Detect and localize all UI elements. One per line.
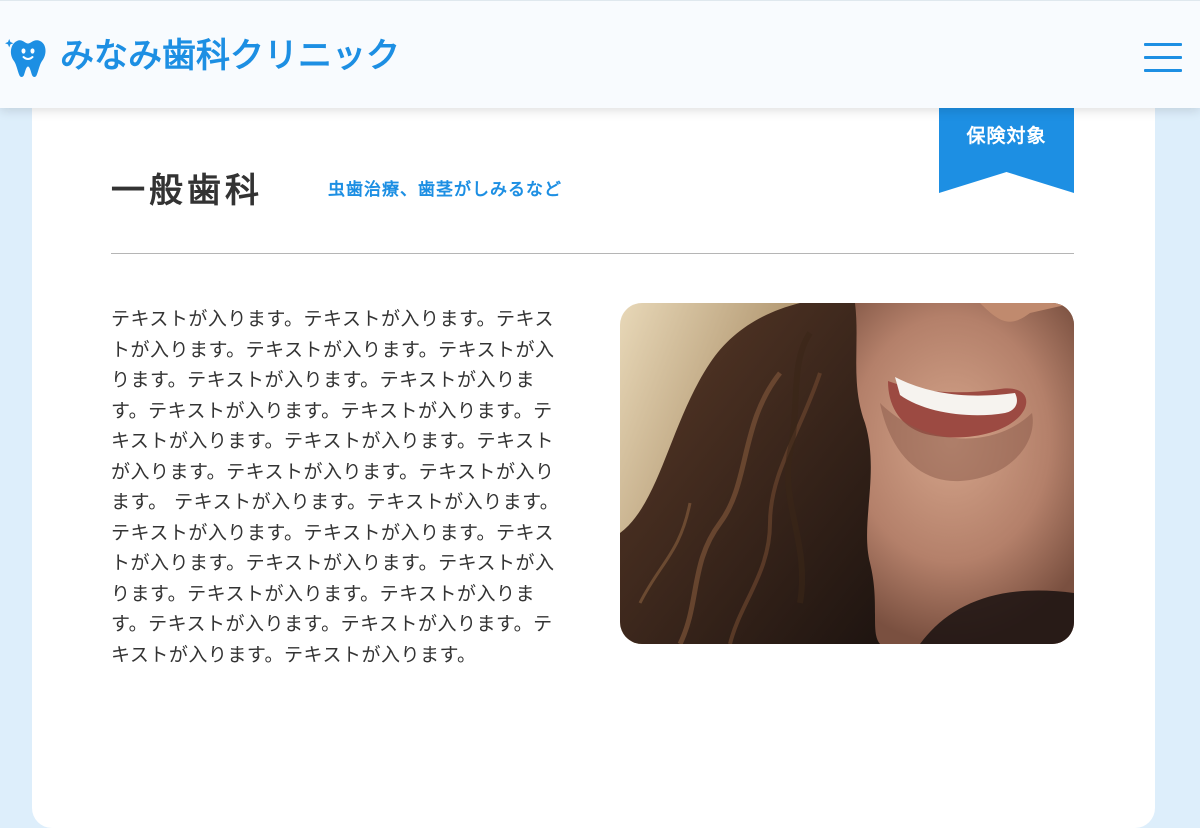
section-subtitle: 虫歯治療、歯茎がしみるなど [328, 180, 562, 200]
insurance-badge-label: 保険対象 [966, 125, 1047, 147]
tooth-icon [4, 33, 50, 79]
section-body-text: テキストが入ります。テキストが入ります。テキストが入ります。テキストが入ります。… [111, 308, 560, 666]
hamburger-menu-icon[interactable] [1144, 40, 1182, 72]
section-title: 一般歯科 [111, 171, 263, 211]
site-header: みなみ歯科クリニック [0, 0, 1200, 108]
smiling-woman-photo [620, 303, 1074, 644]
section-divider [111, 253, 1074, 254]
logo-text: みなみ歯科クリニック [60, 36, 400, 76]
site-logo[interactable]: みなみ歯科クリニック [4, 33, 400, 79]
